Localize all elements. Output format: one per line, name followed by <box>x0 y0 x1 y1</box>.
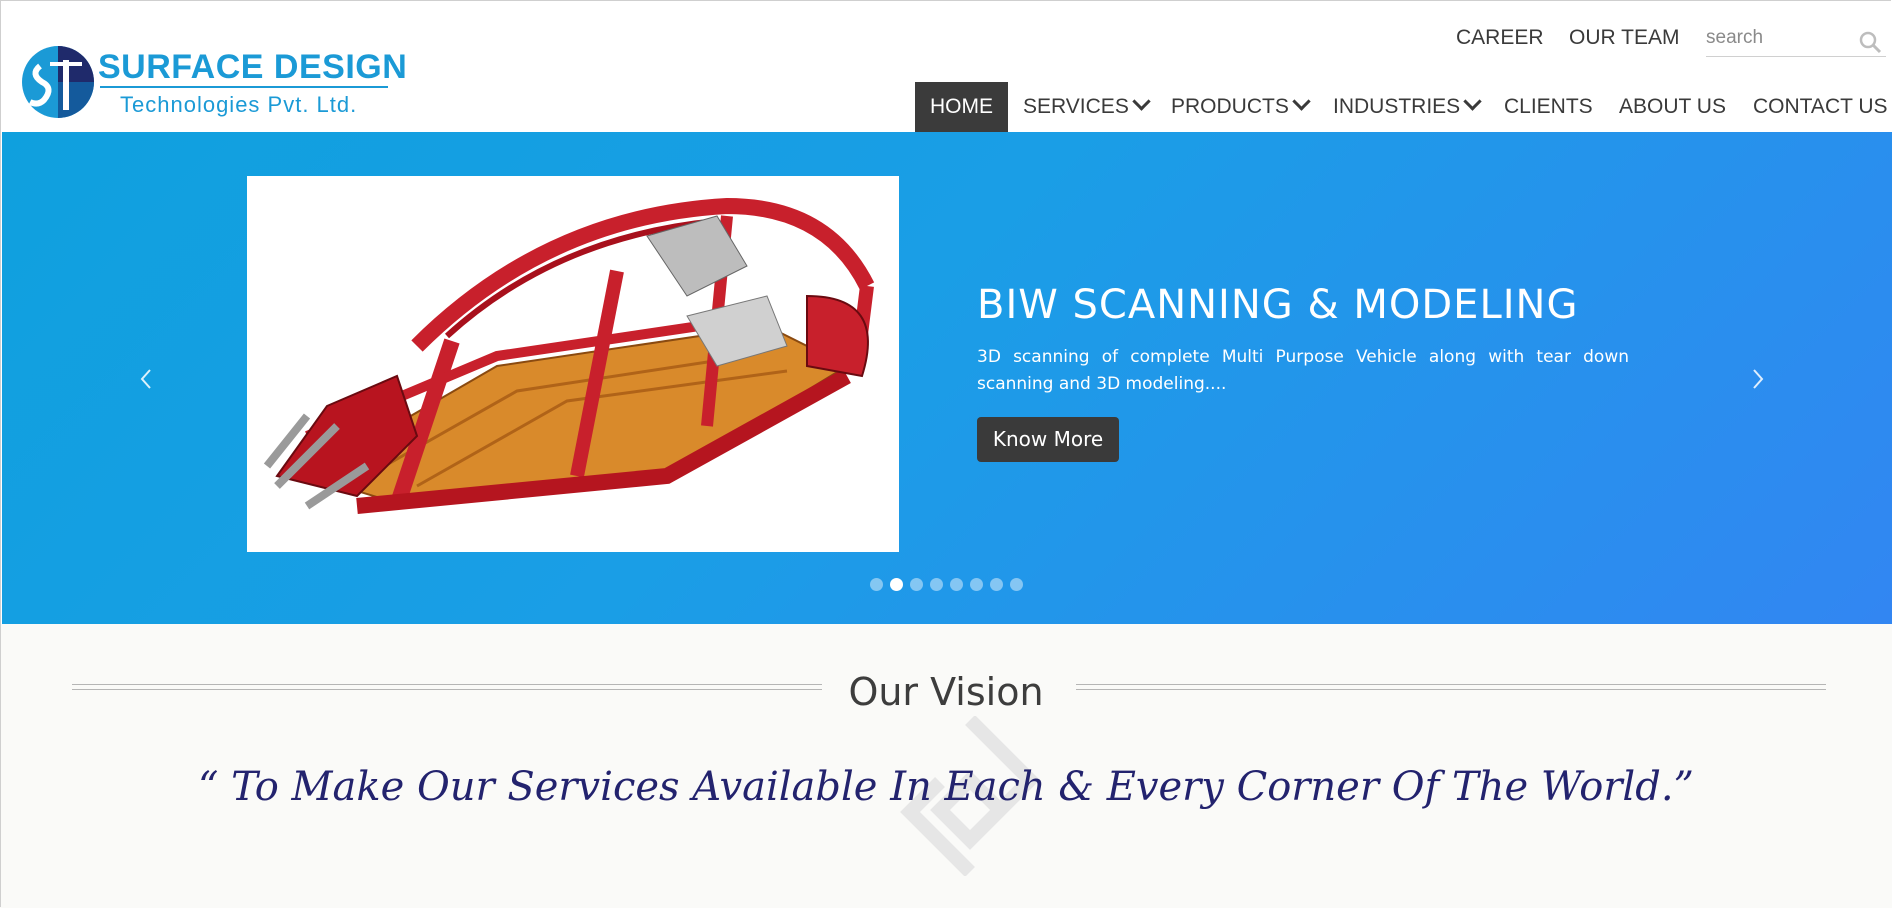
nav-clients[interactable]: CLIENTS <box>1504 82 1593 132</box>
our-team-link[interactable]: OUR TEAM <box>1569 26 1679 50</box>
career-link[interactable]: CAREER <box>1456 26 1544 50</box>
slide-dot-6[interactable] <box>970 578 983 591</box>
search-box <box>1706 24 1886 57</box>
search-input[interactable] <box>1706 24 1846 52</box>
vision-section: Our Vision “ To Make Our Services Availa… <box>0 624 1892 908</box>
chevron-down-icon <box>1132 92 1151 111</box>
nav-about-us[interactable]: ABOUT US <box>1619 82 1726 132</box>
nav-clients-label: CLIENTS <box>1504 95 1593 118</box>
nav-services-label: SERVICES <box>1023 95 1129 118</box>
vision-quote: “ To Make Our Services Available In Each… <box>198 764 1694 810</box>
nav-contact-us[interactable]: CONTACT US <box>1753 82 1888 132</box>
chevron-left-icon <box>140 369 151 389</box>
nav-contact-us-label: CONTACT US <box>1753 95 1888 118</box>
hero-slider: BIW SCANNING & MODELING 3D scanning of c… <box>2 132 1892 624</box>
search-icon[interactable] <box>1858 30 1882 54</box>
slide-dot-4[interactable] <box>930 578 943 591</box>
slide-dot-2[interactable] <box>890 578 903 591</box>
slide-dot-7[interactable] <box>990 578 1003 591</box>
slide-dot-5[interactable] <box>950 578 963 591</box>
chevron-right-icon <box>1753 369 1764 389</box>
nav-about-us-label: ABOUT US <box>1619 95 1726 118</box>
nav-products[interactable]: PRODUCTS <box>1171 82 1311 132</box>
know-more-button[interactable]: Know More <box>977 417 1119 462</box>
slide-dot-8[interactable] <box>1010 578 1023 591</box>
slide-dot-3[interactable] <box>910 578 923 591</box>
site-header: SURFACE DESIGN Technologies Pvt. Ltd. CA… <box>0 0 1892 132</box>
slide-image <box>247 176 899 552</box>
nav-home[interactable]: HOME <box>915 82 1008 132</box>
chevron-down-icon <box>1463 92 1482 111</box>
nav-services[interactable]: SERVICES <box>1023 82 1151 132</box>
nav-products-label: PRODUCTS <box>1171 95 1289 118</box>
main-navigation: HOME SERVICES PRODUCTS INDUSTRIES CLIENT… <box>0 82 1892 132</box>
car-body-illustration <box>263 197 875 514</box>
nav-industries-label: INDUSTRIES <box>1333 95 1461 118</box>
chevron-down-icon <box>1292 92 1311 111</box>
next-slide-arrow[interactable] <box>1746 364 1770 394</box>
prev-slide-arrow[interactable] <box>134 364 158 394</box>
nav-home-label: HOME <box>930 95 993 118</box>
slide-description: 3D scanning of complete Multi Purpose Ve… <box>977 347 1629 394</box>
nav-industries[interactable]: INDUSTRIES <box>1333 82 1482 132</box>
slide-title: BIW SCANNING & MODELING <box>977 282 1579 328</box>
vision-title: Our Vision <box>848 670 1044 714</box>
slide-dot-1[interactable] <box>870 578 883 591</box>
